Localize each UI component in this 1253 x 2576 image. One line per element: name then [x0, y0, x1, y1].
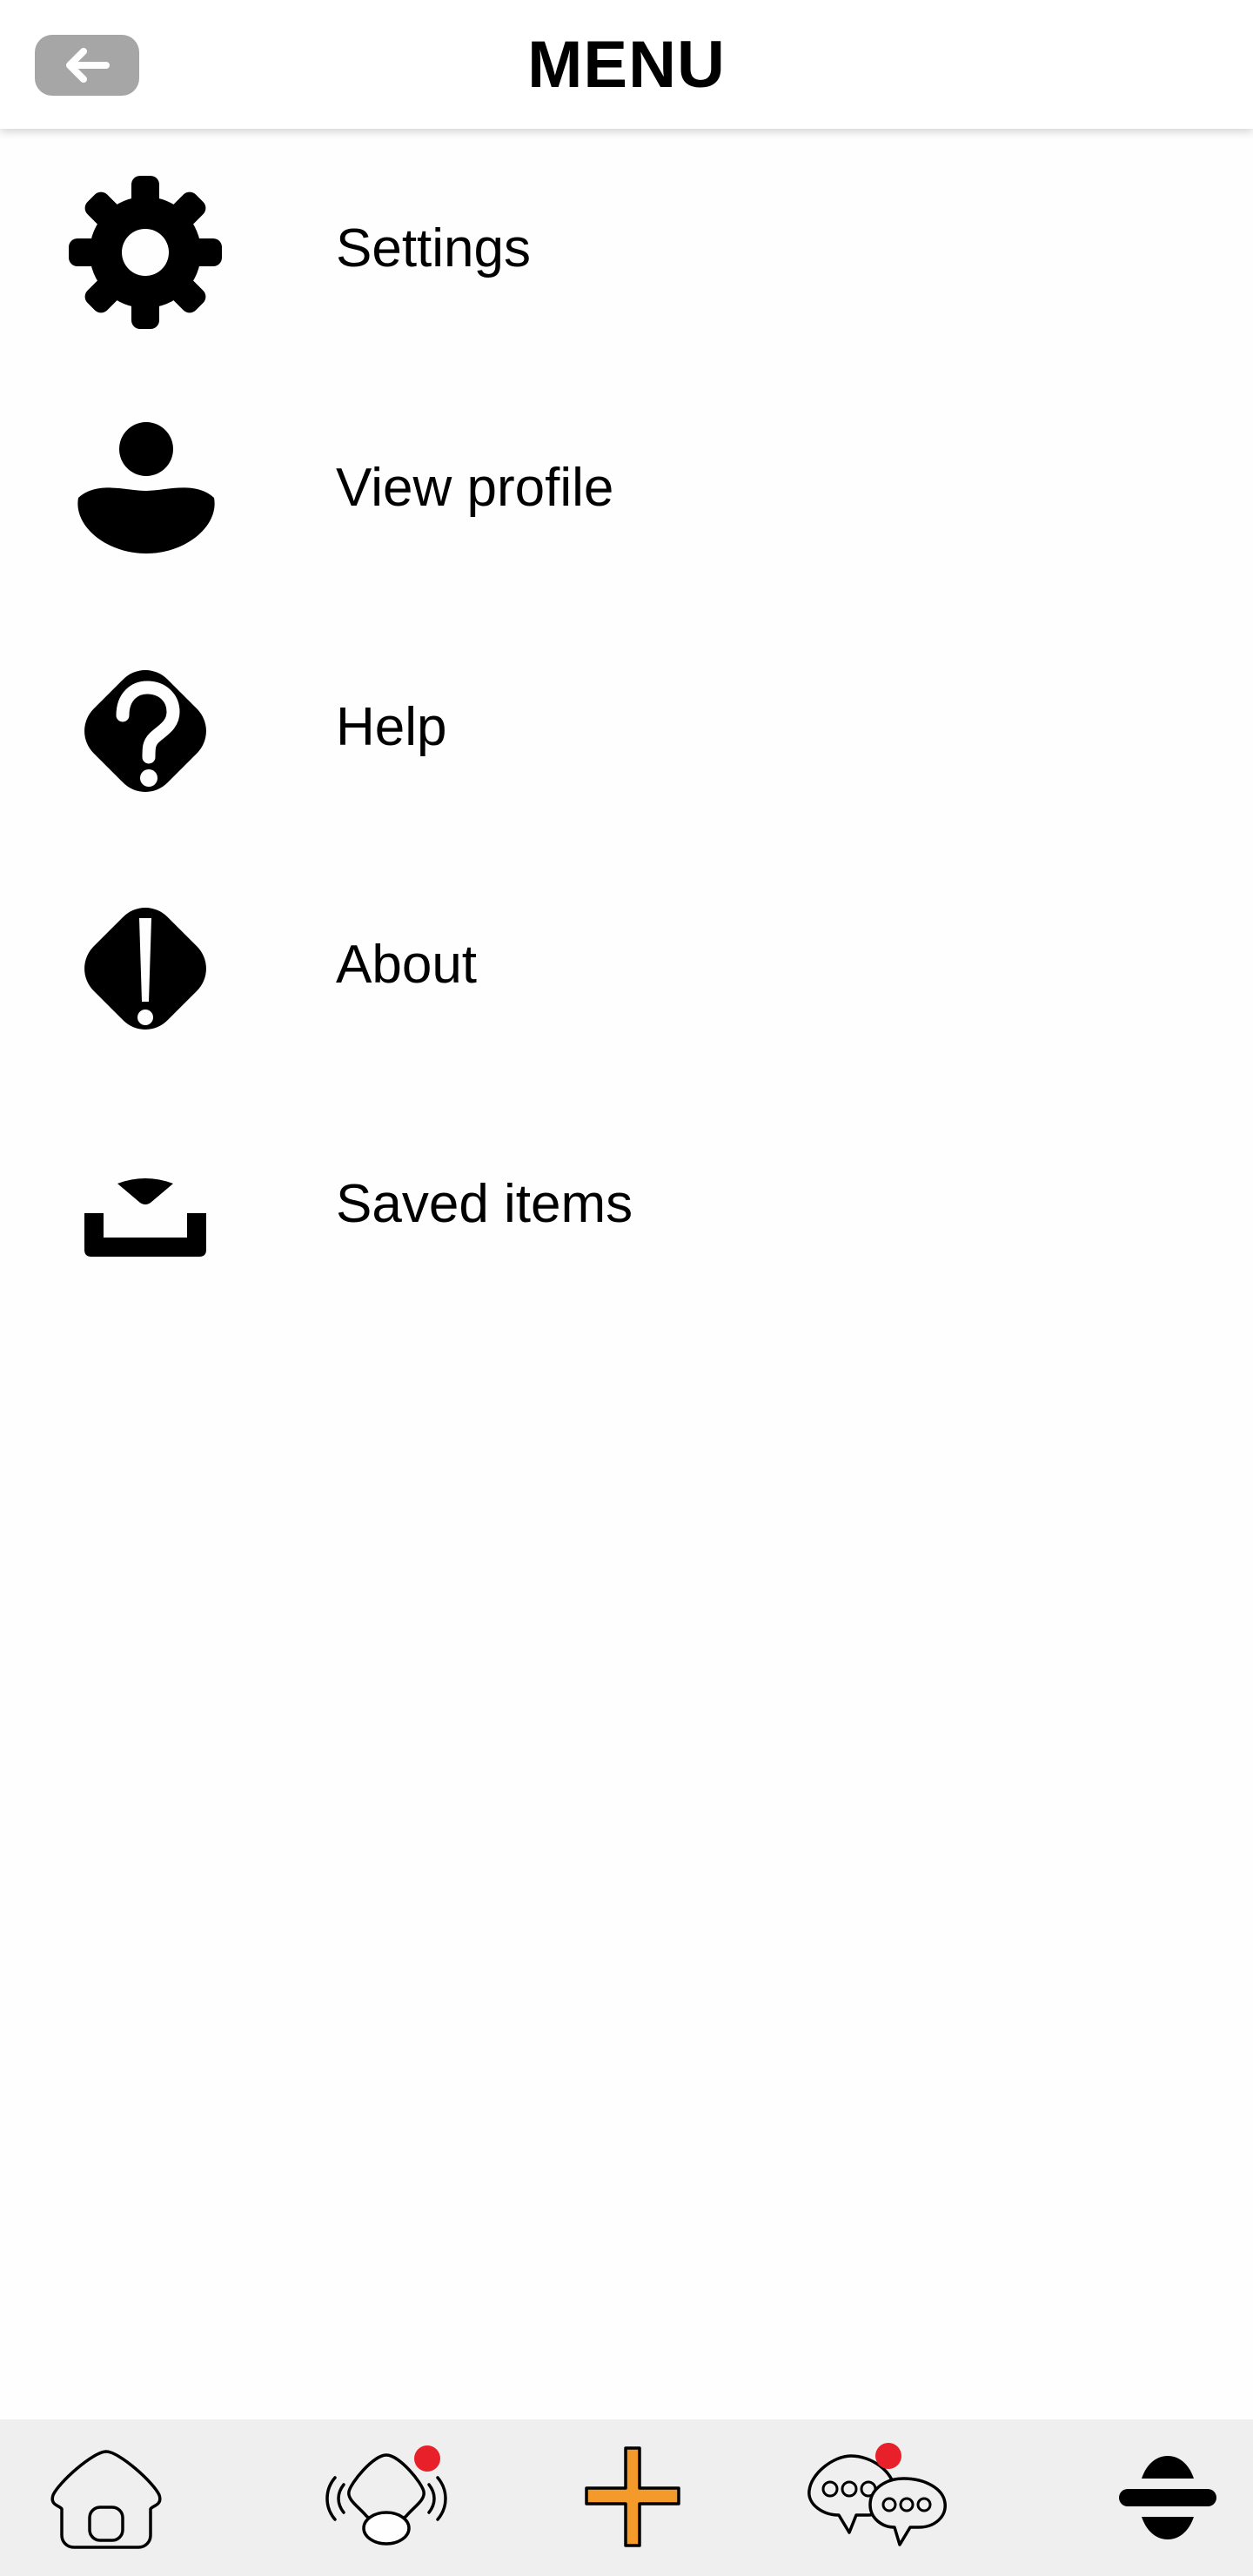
menu-item-label: About — [336, 934, 478, 995]
exclamation-icon — [63, 886, 228, 1051]
home-icon — [50, 2450, 162, 2549]
nav-menu-button[interactable] — [1081, 2419, 1253, 2576]
gear-icon — [63, 170, 228, 335]
nav-add-button[interactable] — [546, 2419, 720, 2576]
menu-item-view-profile[interactable]: View profile — [0, 383, 1253, 592]
menu-item-settings[interactable]: Settings — [0, 144, 1253, 352]
bottom-nav — [0, 2419, 1253, 2576]
broadcast-icon — [325, 2445, 447, 2546]
notification-dot — [414, 2445, 440, 2472]
nav-chat-button[interactable] — [790, 2419, 964, 2576]
notification-dot — [875, 2443, 901, 2469]
back-button[interactable] — [35, 35, 139, 96]
question-icon — [63, 648, 228, 814]
menu-item-label: Saved items — [336, 1173, 633, 1234]
menu-item-label: Settings — [336, 218, 532, 278]
menu-item-saved-items[interactable]: Saved items — [0, 1099, 1253, 1308]
plus-icon — [585, 2446, 680, 2547]
tray-icon — [63, 1125, 228, 1291]
menu-item-label: Help — [336, 696, 447, 757]
menu-icon — [1119, 2456, 1216, 2539]
chat-bubbles-icon — [807, 2443, 947, 2546]
menu-item-label: View profile — [336, 457, 614, 518]
arrow-left-icon — [66, 48, 110, 83]
page-title: MENU — [527, 27, 726, 102]
menu-item-about[interactable]: About — [0, 860, 1253, 1069]
profile-icon — [63, 409, 228, 574]
menu-item-help[interactable]: Help — [0, 622, 1253, 831]
nav-broadcast-button[interactable] — [299, 2419, 473, 2576]
nav-home-button[interactable] — [19, 2419, 193, 2576]
header-bar: MENU — [0, 0, 1253, 129]
